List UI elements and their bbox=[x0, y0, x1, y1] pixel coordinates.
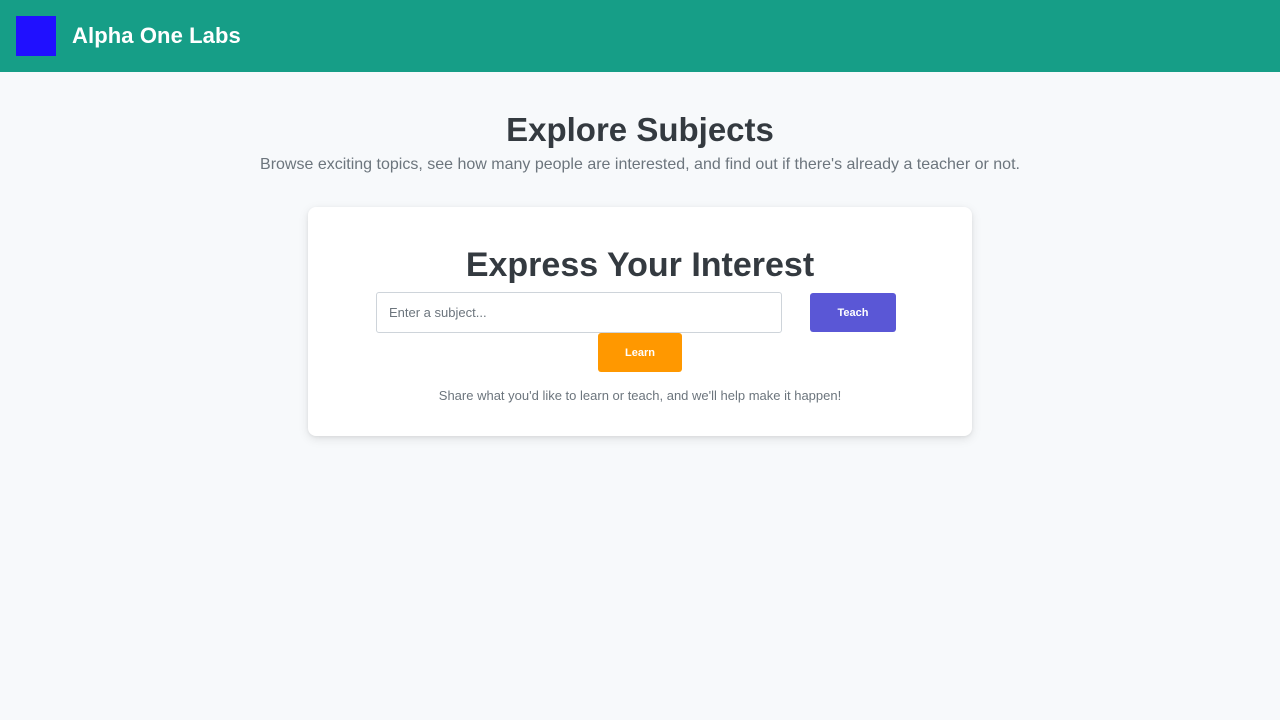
page-title: Explore Subjects bbox=[506, 111, 774, 148]
express-interest-card: Express Your Interest Teach Learn Share … bbox=[308, 207, 972, 436]
brand-name[interactable]: Alpha One Labs bbox=[72, 22, 241, 50]
top-navigation-bar: Alpha One Labs bbox=[0, 0, 1280, 72]
brand-logo[interactable] bbox=[16, 16, 56, 56]
card-help-text: Share what you'd like to learn or teach,… bbox=[438, 388, 842, 403]
subject-input[interactable] bbox=[376, 292, 782, 333]
page-subtitle: Browse exciting topics, see how many peo… bbox=[260, 156, 1020, 173]
card-title: Express Your Interest bbox=[465, 246, 815, 284]
teach-button[interactable]: Teach bbox=[810, 293, 896, 332]
learn-button[interactable]: Learn bbox=[598, 333, 682, 372]
